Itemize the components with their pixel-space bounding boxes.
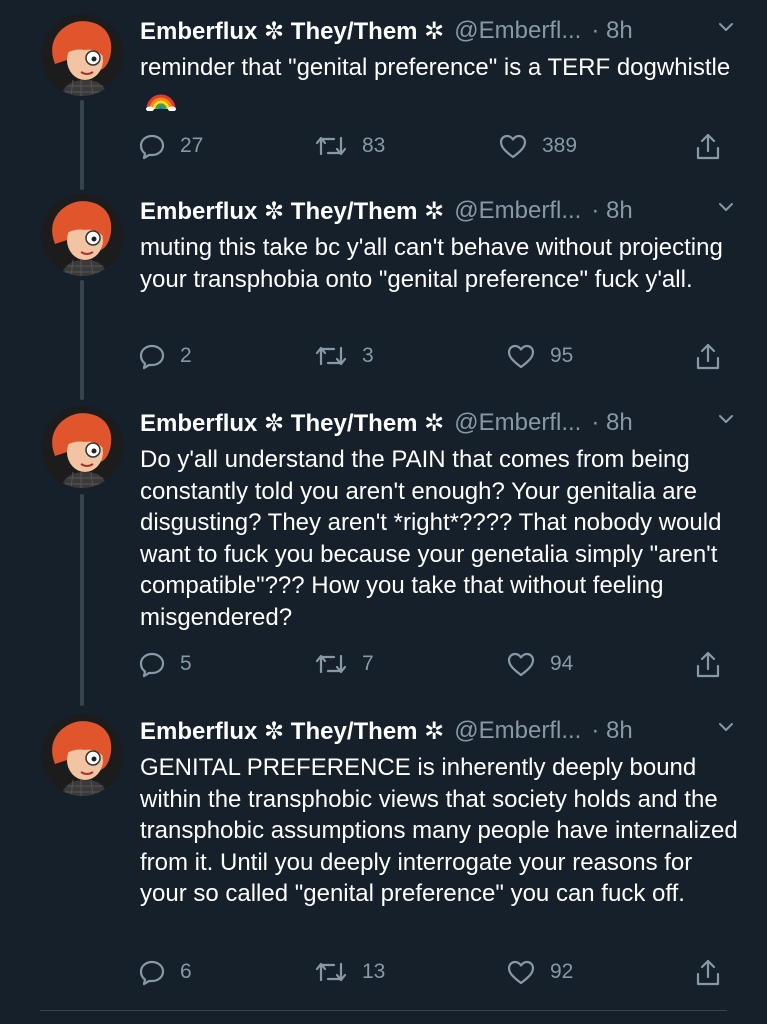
avatar-portrait-icon bbox=[41, 714, 123, 796]
tweet-text: muting this take bc y'all can't behave w… bbox=[140, 234, 730, 293]
tweet-actions: 2 3 95 bbox=[138, 342, 738, 374]
tweet[interactable]: Emberflux ✼ They/Them ✲ @Emberfl... · 8h… bbox=[0, 14, 767, 184]
share-button[interactable] bbox=[694, 650, 722, 680]
like-count: 92 bbox=[550, 960, 574, 983]
display-name[interactable]: Emberflux ✼ They/Them ✲ bbox=[140, 409, 444, 438]
display-name[interactable]: Emberflux ✼ They/Them ✲ bbox=[140, 17, 444, 46]
reply-button[interactable]: 27 bbox=[138, 132, 203, 160]
chevron-down-icon[interactable] bbox=[717, 410, 735, 428]
share-icon bbox=[696, 133, 720, 160]
user-handle[interactable]: @Emberfl... bbox=[454, 717, 581, 745]
share-icon bbox=[696, 343, 720, 370]
chevron-down-icon[interactable] bbox=[717, 718, 735, 736]
reply-count: 27 bbox=[180, 134, 204, 157]
share-icon bbox=[696, 959, 720, 986]
tweet-header: Emberflux ✼ They/Them ✲ @Emberfl... · 8h bbox=[140, 714, 740, 748]
avatar[interactable] bbox=[41, 14, 123, 96]
tweet-text: Do y'all understand the PAIN that comes … bbox=[140, 446, 729, 631]
tweet-header: Emberflux ✼ They/Them ✲ @Emberfl... · 8h bbox=[140, 194, 740, 228]
like-button[interactable]: 94 bbox=[506, 650, 573, 678]
retweet-button[interactable]: 3 bbox=[314, 342, 374, 370]
retweet-icon bbox=[315, 346, 347, 366]
retweet-button[interactable]: 83 bbox=[314, 132, 385, 160]
divider bbox=[40, 1010, 727, 1011]
tweet-text: GENITAL PREFERENCE is inherently deeply … bbox=[140, 754, 745, 907]
reply-icon bbox=[139, 134, 165, 160]
tweet-header: Emberflux ✼ They/Them ✲ @Emberfl... · 8h bbox=[140, 14, 740, 48]
avatar[interactable] bbox=[41, 714, 123, 796]
like-count: 94 bbox=[550, 652, 574, 675]
tweet-time[interactable]: · 8h bbox=[591, 717, 632, 745]
share-button[interactable] bbox=[694, 132, 722, 162]
retweet-button[interactable]: 13 bbox=[314, 958, 385, 986]
like-button[interactable]: 92 bbox=[506, 958, 573, 986]
tweet-header: Emberflux ✼ They/Them ✲ @Emberfl... · 8h bbox=[140, 406, 740, 440]
tweet-actions: 6 13 92 bbox=[138, 958, 738, 990]
retweet-count: 7 bbox=[362, 652, 374, 675]
tweet-thread: Emberflux ✼ They/Them ✲ @Emberfl... · 8h… bbox=[0, 0, 767, 1024]
reply-icon bbox=[139, 960, 165, 986]
tweet-time[interactable]: · 8h bbox=[591, 17, 632, 45]
reply-icon bbox=[139, 652, 165, 678]
heart-icon bbox=[507, 960, 535, 985]
like-button[interactable]: 389 bbox=[498, 132, 577, 160]
avatar[interactable] bbox=[41, 406, 123, 488]
reply-button[interactable]: 6 bbox=[138, 958, 192, 986]
heart-icon bbox=[499, 134, 527, 159]
heart-icon bbox=[507, 344, 535, 369]
avatar-portrait-icon bbox=[41, 194, 123, 276]
user-handle[interactable]: @Emberfl... bbox=[454, 409, 581, 437]
rainbow-icon bbox=[146, 94, 176, 111]
tweet-actions: 27 83 389 bbox=[138, 132, 738, 164]
avatar-portrait-icon bbox=[41, 14, 123, 96]
avatar-portrait-icon bbox=[41, 406, 123, 488]
display-name[interactable]: Emberflux ✼ They/Them ✲ bbox=[140, 197, 444, 226]
heart-icon bbox=[507, 652, 535, 677]
reply-count: 5 bbox=[180, 652, 192, 675]
like-count: 389 bbox=[542, 134, 578, 157]
tweet-actions: 5 7 94 bbox=[138, 650, 738, 682]
tweet-time[interactable]: · 8h bbox=[591, 409, 632, 437]
like-count: 95 bbox=[550, 344, 574, 367]
retweet-count: 83 bbox=[362, 134, 386, 157]
reply-count: 6 bbox=[180, 960, 192, 983]
user-handle[interactable]: @Emberfl... bbox=[454, 17, 581, 45]
retweet-button[interactable]: 7 bbox=[314, 650, 374, 678]
chevron-down-icon[interactable] bbox=[717, 198, 735, 216]
like-button[interactable]: 95 bbox=[506, 342, 573, 370]
tweet[interactable]: Emberflux ✼ They/Them ✲ @Emberfl... · 8h… bbox=[0, 406, 767, 696]
retweet-icon bbox=[315, 962, 347, 982]
share-icon bbox=[696, 651, 720, 678]
retweet-count: 13 bbox=[362, 960, 386, 983]
reply-icon bbox=[139, 344, 165, 370]
reply-button[interactable]: 5 bbox=[138, 650, 192, 678]
avatar[interactable] bbox=[41, 194, 123, 276]
reply-button[interactable]: 2 bbox=[138, 342, 192, 370]
retweet-count: 3 bbox=[362, 344, 374, 367]
retweet-icon bbox=[315, 654, 347, 674]
tweet-time[interactable]: · 8h bbox=[591, 197, 632, 225]
retweet-icon bbox=[315, 136, 347, 156]
reply-count: 2 bbox=[180, 344, 192, 367]
display-name[interactable]: Emberflux ✼ They/Them ✲ bbox=[140, 717, 444, 746]
tweet[interactable]: Emberflux ✼ They/Them ✲ @Emberfl... · 8h… bbox=[0, 194, 767, 384]
share-button[interactable] bbox=[694, 958, 722, 988]
user-handle[interactable]: @Emberfl... bbox=[454, 197, 581, 225]
tweet-text: reminder that "genital preference" is a … bbox=[140, 52, 740, 115]
tweet[interactable]: Emberflux ✼ They/Them ✲ @Emberfl... · 8h… bbox=[0, 714, 767, 1004]
share-button[interactable] bbox=[694, 342, 722, 372]
tweet-body: reminder that "genital preference" is a … bbox=[140, 54, 731, 81]
chevron-down-icon[interactable] bbox=[717, 18, 735, 36]
